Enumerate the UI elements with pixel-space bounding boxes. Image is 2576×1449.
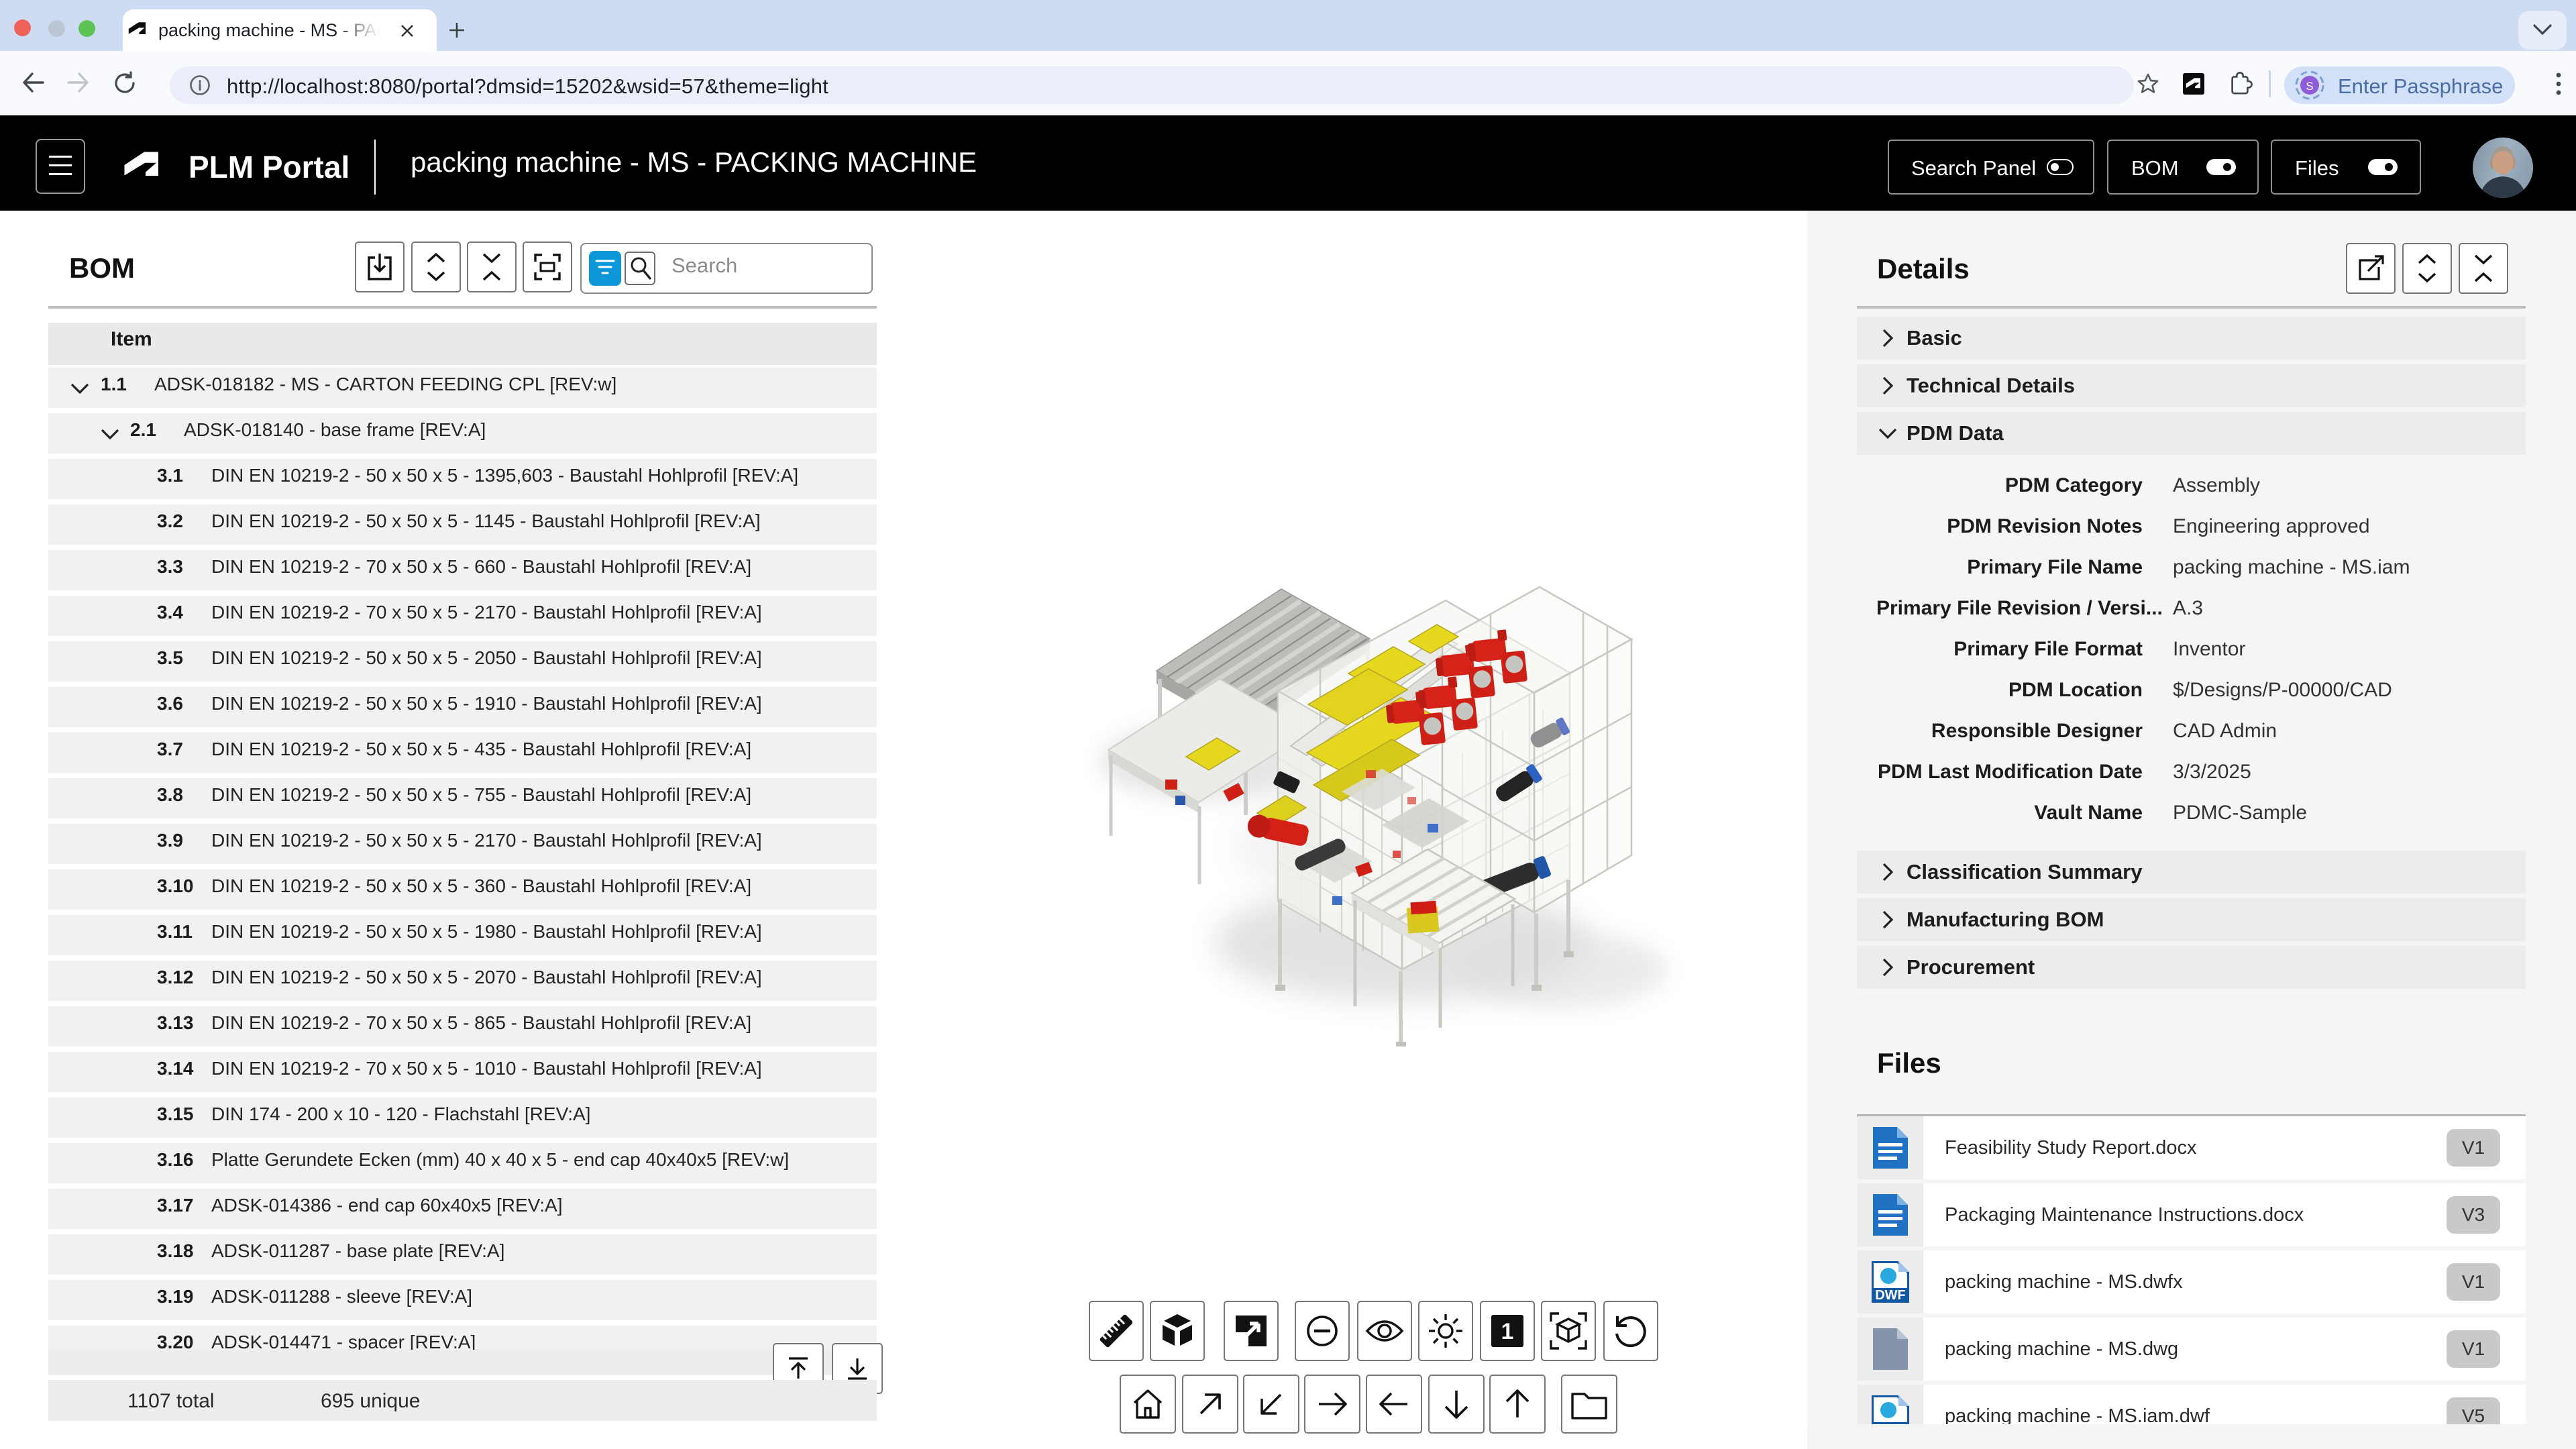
svg-text:DWF: DWF — [1875, 1288, 1906, 1303]
svg-text:1: 1 — [1501, 1319, 1514, 1344]
svg-text:S: S — [2306, 80, 2313, 93]
